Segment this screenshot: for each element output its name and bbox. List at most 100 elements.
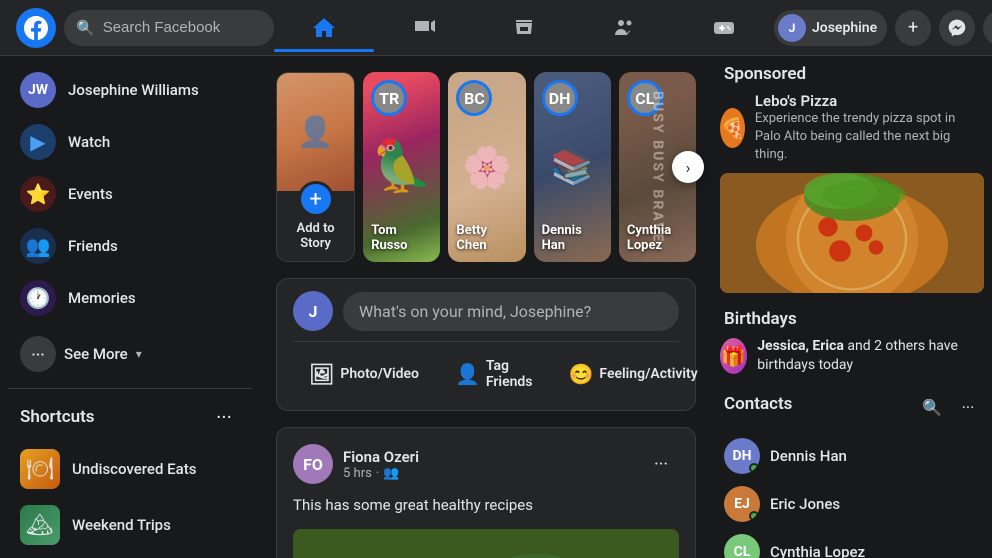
feeling-icon: 😊	[569, 362, 594, 386]
events-icon: ⭐	[20, 176, 56, 212]
contact-eric-name: Eric Jones	[770, 495, 840, 513]
see-more-label: See More	[64, 345, 128, 363]
post-time: 5 hrs	[343, 466, 372, 481]
shortcut-weekend-trips[interactable]: 🏔 Weekend Trips	[8, 497, 252, 553]
shortcut-jaspers-market[interactable]: 🌿 Jasper's Market	[8, 553, 252, 558]
nav-groups-button[interactable]	[574, 4, 674, 52]
shortcut-undiscovered-eats[interactable]: 🍽 Undiscovered Eats	[8, 441, 252, 497]
stories-next-button[interactable]: ›	[672, 151, 704, 183]
see-more-button[interactable]: ··· See More ▾	[8, 328, 252, 380]
sidebar-item-friends[interactable]: 👥 Friends	[8, 220, 252, 272]
story-betty-name: Betty Chen	[456, 223, 517, 254]
feeling-button[interactable]: 😊 Feeling/Activity	[553, 350, 713, 398]
search-bar[interactable]: 🔍	[64, 10, 274, 46]
search-input[interactable]	[103, 19, 262, 36]
story-add-bg: 👤	[277, 73, 354, 191]
sponsor-name[interactable]: Lebo's Pizza	[755, 92, 984, 110]
photo-video-icon: 🖼	[309, 362, 334, 386]
story-dennis-han[interactable]: DH 📚 Dennis Han	[534, 72, 611, 262]
sidebar-right: Sponsored 🍕 Lebo's Pizza Experience the …	[712, 56, 992, 558]
birthdays-section: Birthdays 🎁 Jessica, Erica and 2 others …	[720, 309, 984, 376]
topnav-left: 🔍	[16, 8, 274, 48]
composer-divider	[293, 341, 679, 342]
contacts-header: Contacts 🔍 ···	[720, 392, 984, 424]
photo-video-button[interactable]: 🖼 Photo/Video	[293, 350, 435, 398]
nav-marketplace-button[interactable]	[474, 4, 574, 52]
feed-post-1: FO Fiona Ozeri 5 hrs · 👥 ··· This has so…	[276, 427, 696, 558]
contacts-title: Contacts	[720, 394, 796, 414]
photo-video-label: Photo/Video	[340, 366, 419, 382]
feeling-label: Feeling/Activity	[599, 366, 697, 382]
add-button[interactable]: +	[895, 10, 931, 46]
birthday-icon: 🎁	[720, 338, 747, 374]
sidebar-watch-label: Watch	[68, 133, 110, 151]
post-author-name: Fiona Ozeri	[343, 448, 633, 466]
contacts-actions: 🔍 ···	[916, 392, 984, 424]
stories-row: 👤 + Add toStory TR 🦜 Tom Russo BC	[276, 72, 696, 262]
post-more-button[interactable]: ···	[643, 446, 679, 482]
tag-friends-label: Tag Friends	[486, 358, 533, 390]
contacts-more-button[interactable]: ···	[952, 392, 984, 424]
contact-eric-avatar: EJ	[724, 486, 760, 522]
contact-cynthia-avatar: CL	[724, 534, 760, 558]
post-privacy-icon: 👥	[383, 466, 399, 481]
post-image	[293, 529, 679, 558]
story-add-bottom: + Add toStory	[293, 191, 339, 261]
sponsor-icon: 🍕	[720, 108, 745, 148]
birthday-text: Jessica, Erica and 2 others have birthda…	[757, 337, 984, 376]
notifications-button[interactable]	[983, 10, 992, 46]
sponsor-image	[720, 173, 984, 293]
sidebar-item-watch[interactable]: ▶ Watch	[8, 116, 252, 168]
sidebar-item-events[interactable]: ⭐ Events	[8, 168, 252, 220]
sidebar-friends-label: Friends	[68, 237, 118, 255]
sidebar-item-memories[interactable]: 🕐 Memories	[8, 272, 252, 324]
sponsored-card: Sponsored 🍕 Lebo's Pizza Experience the …	[720, 64, 984, 293]
friends-icon: 👥	[20, 228, 56, 264]
shortcuts-header: Shortcuts ···	[8, 397, 252, 437]
messenger-button[interactable]	[939, 10, 975, 46]
post-composer-top: J What's on your mind, Josephine?	[293, 291, 679, 331]
contact-cynthia-name: Cynthia Lopez	[770, 543, 865, 558]
story-tom-russo[interactable]: TR 🦜 Tom Russo	[363, 72, 440, 262]
main-layout: JW Josephine Williams ▶ Watch ⭐ Events 👥…	[0, 0, 992, 558]
sponsored-title: Sponsored	[720, 64, 984, 84]
user-name-label: Josephine	[812, 20, 877, 36]
sidebar-left: JW Josephine Williams ▶ Watch ⭐ Events 👥…	[0, 56, 260, 558]
post-composer: J What's on your mind, Josephine? 🖼 Phot…	[276, 278, 696, 411]
contact-eric-jones[interactable]: EJ Eric Jones	[720, 480, 984, 528]
contact-dennis-avatar: DH	[724, 438, 760, 474]
tag-friends-button[interactable]: 👤 Tag Friends	[439, 350, 549, 398]
search-icon: 🔍	[76, 19, 95, 37]
user-chip[interactable]: J Josephine	[774, 10, 887, 46]
sidebar-item-user[interactable]: JW Josephine Williams	[8, 64, 252, 116]
birthday-names: Jessica, Erica	[757, 338, 844, 354]
contact-cynthia-lopez[interactable]: CL Cynthia Lopez	[720, 528, 984, 558]
memories-icon: 🕐	[20, 280, 56, 316]
nav-gaming-button[interactable]	[674, 4, 774, 52]
post-header: FO Fiona Ozeri 5 hrs · 👥 ···	[293, 444, 679, 484]
watch-icon: ▶	[20, 124, 56, 160]
shortcut-undiscovered-eats-label: Undiscovered Eats	[72, 460, 196, 478]
tag-friends-icon: 👤	[455, 362, 480, 386]
story-add-card[interactable]: 👤 + Add toStory	[276, 72, 355, 262]
story-betty-chen[interactable]: BC 🌸 Betty Chen	[448, 72, 525, 262]
facebook-logo[interactable]	[16, 8, 56, 48]
shortcuts-title: Shortcuts	[20, 407, 95, 427]
nav-home-button[interactable]	[274, 4, 374, 52]
contacts-search-button[interactable]: 🔍	[916, 392, 948, 424]
contact-dennis-han[interactable]: DH Dennis Han	[720, 432, 984, 480]
sidebar-user-name: Josephine Williams	[68, 81, 199, 99]
sidebar-memories-label: Memories	[68, 289, 136, 307]
sponsor-desc: Experience the trendy pizza spot in Palo…	[755, 110, 984, 165]
post-time-row: 5 hrs · 👥	[343, 466, 633, 481]
story-tom-name: Tom Russo	[371, 223, 432, 254]
sponsored-header: 🍕 Lebo's Pizza Experience the trendy piz…	[720, 92, 984, 165]
birthday-row: 🎁 Jessica, Erica and 2 others have birth…	[720, 337, 984, 376]
nav-video-button[interactable]	[374, 4, 474, 52]
sponsor-info: Lebo's Pizza Experience the trendy pizza…	[755, 92, 984, 165]
sidebar-divider	[8, 388, 252, 389]
composer-input[interactable]: What's on your mind, Josephine?	[343, 292, 679, 331]
shortcuts-more-button[interactable]: ···	[208, 401, 240, 433]
post-actions-row: 🖼 Photo/Video 👤 Tag Friends 😊 Feeling/Ac…	[293, 350, 679, 398]
sidebar-events-label: Events	[68, 185, 113, 203]
